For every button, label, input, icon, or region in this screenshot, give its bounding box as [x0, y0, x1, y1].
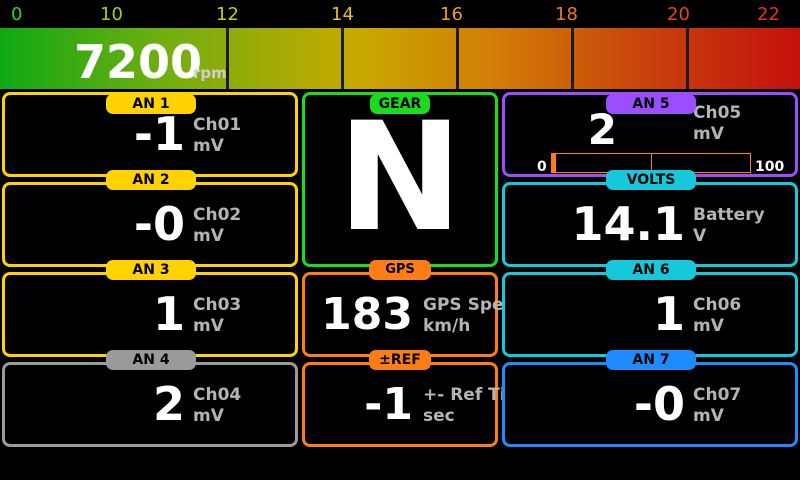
- rpm-tick: [686, 28, 689, 89]
- an4-unit: mV: [193, 406, 224, 426]
- an1-value: -1: [133, 107, 185, 161]
- rpm-scale-14: 14: [331, 4, 354, 25]
- gps-unit: km/h: [423, 316, 471, 336]
- an5-min: 0: [537, 159, 547, 175]
- an6-unit: mV: [693, 316, 724, 336]
- an6-value: 1: [652, 287, 685, 341]
- gear-value: N: [337, 91, 463, 265]
- an2-panel: -0 Ch02 mV: [2, 182, 298, 267]
- an5-tag: AN 5: [606, 94, 696, 114]
- volts-name: Battery: [693, 205, 765, 225]
- rpm-tick: [571, 28, 574, 89]
- rpm-scale-10: 10: [100, 4, 123, 25]
- an5-max: 100: [755, 159, 785, 175]
- an7-value: -0: [633, 377, 685, 431]
- rpm-tick: [341, 28, 344, 89]
- volts-panel: 14.1 Battery V: [502, 182, 798, 267]
- an7-tag: AN 7: [606, 350, 696, 370]
- an7-panel: -0 Ch07 mV: [502, 362, 798, 447]
- an3-panel: 1 Ch03 mV: [2, 272, 298, 357]
- rpm-scale-18: 18: [555, 4, 578, 25]
- an7-channel: Ch07: [693, 385, 742, 405]
- an5-channel: Ch05: [693, 103, 742, 123]
- an5-unit: mV: [693, 124, 724, 144]
- an4-channel: Ch04: [193, 385, 242, 405]
- an1-unit: mV: [193, 136, 224, 156]
- volts-unit: V: [693, 226, 707, 246]
- rpm-tick: [456, 28, 459, 89]
- gear-panel: N: [302, 92, 498, 267]
- an2-channel: Ch02: [193, 205, 242, 225]
- rpm-scale-0: 0: [11, 4, 23, 25]
- an4-tag: AN 4: [106, 350, 196, 370]
- an2-unit: mV: [193, 226, 224, 246]
- ref-panel: -1 +- Ref Time sec: [302, 362, 535, 447]
- an2-tag: AN 2: [106, 170, 196, 190]
- rpm-scale-12: 12: [216, 4, 239, 25]
- an3-channel: Ch03: [193, 295, 242, 315]
- an4-value: 2: [152, 377, 185, 431]
- an2-value: -0: [133, 197, 185, 251]
- ref-value: -1: [364, 379, 413, 430]
- an6-tag: AN 6: [606, 260, 696, 280]
- ref-tag: ±REF: [369, 350, 431, 370]
- an3-value: 1: [152, 287, 185, 341]
- an6-panel: 1 Ch06 mV: [502, 272, 798, 357]
- an7-unit: mV: [693, 406, 724, 426]
- an3-tag: AN 3: [106, 260, 196, 280]
- an4-panel: 2 Ch04 mV: [2, 362, 298, 447]
- rpm-value: 7200: [74, 35, 203, 89]
- an3-unit: mV: [193, 316, 224, 336]
- an1-tag: AN 1: [106, 94, 196, 114]
- an6-channel: Ch06: [693, 295, 742, 315]
- an5-level-fill: [552, 154, 556, 172]
- gear-tag: GEAR: [370, 94, 430, 114]
- rpm-scale-20: 20: [667, 4, 690, 25]
- gps-tag: GPS SPD: [369, 260, 431, 297]
- volts-value: 14.1: [571, 197, 686, 251]
- rpm-scale-16: 16: [440, 4, 463, 25]
- an1-channel: Ch01: [193, 115, 242, 135]
- ref-unit: sec: [423, 406, 455, 426]
- rpm-scale-22: 22: [757, 4, 780, 25]
- rpm-unit: rpm: [193, 64, 227, 82]
- volts-tag: VOLTS: [606, 170, 696, 190]
